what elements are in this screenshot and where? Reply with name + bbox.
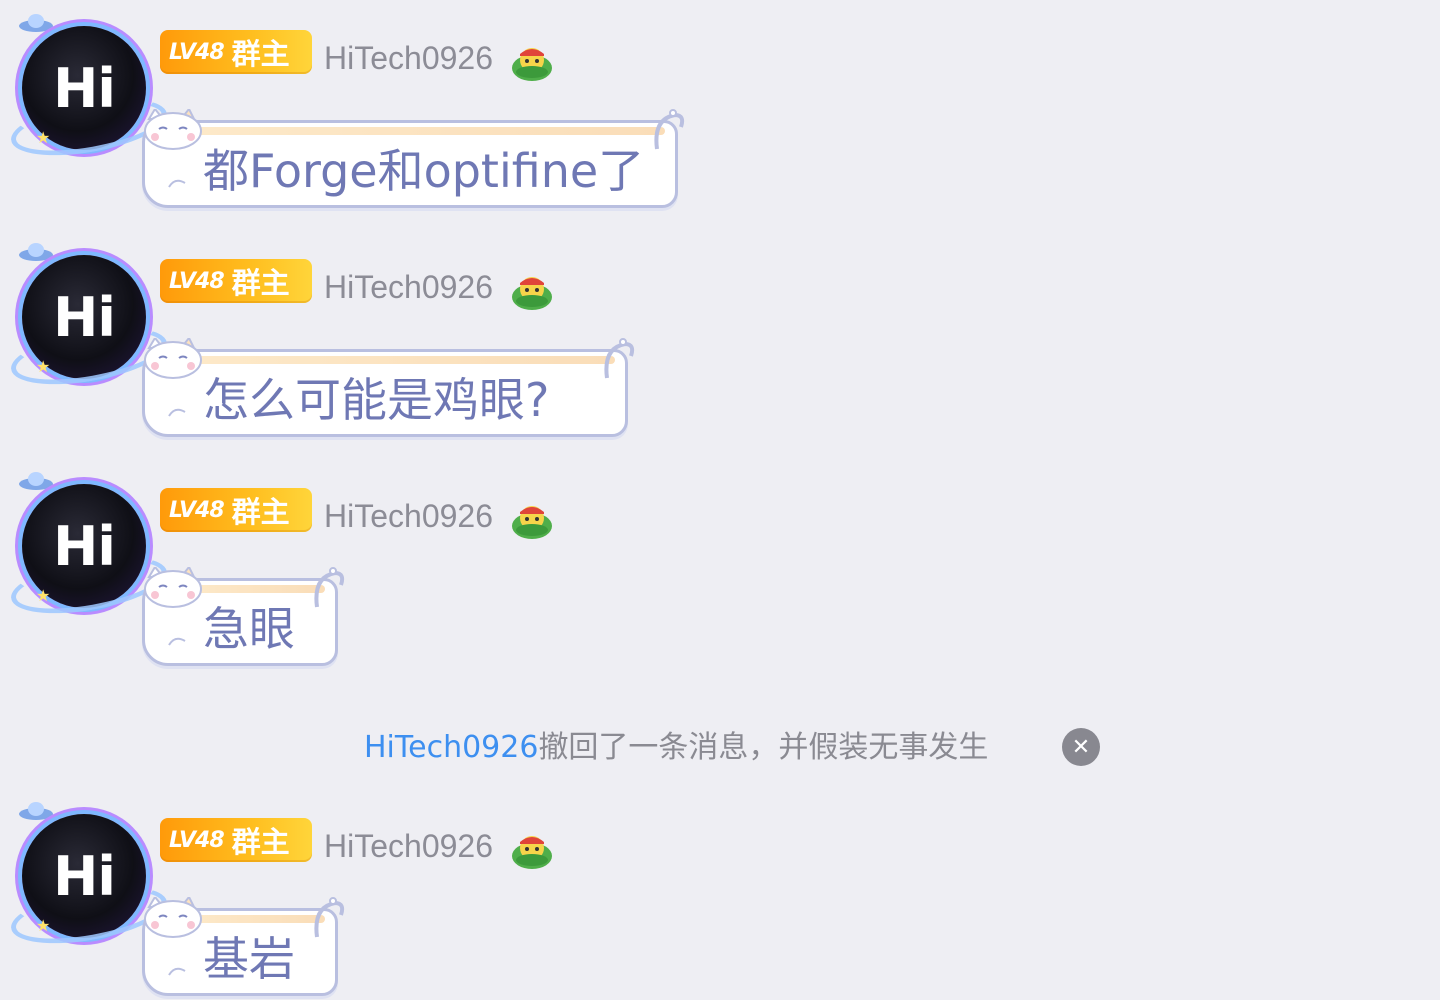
chat-message: Hi ★ LV48 群主 HiTech0926 都Forge和optifine了 xyxy=(0,8,1440,208)
ufo-icon xyxy=(19,472,53,490)
message-text: 怎么可能是鸡眼? xyxy=(203,373,550,427)
role-label: 群主 xyxy=(231,825,290,859)
message-bubble[interactable]: 基岩 xyxy=(142,897,345,996)
cat-icon xyxy=(144,897,202,976)
role-label: 群主 xyxy=(231,266,290,300)
message-bubble[interactable]: 怎么可能是鸡眼? xyxy=(142,338,635,437)
green-frog-icon xyxy=(512,836,552,869)
chat-message: Hi ★ LV48 群主 HiTech0926 基岩 xyxy=(0,796,1440,996)
cat-icon xyxy=(144,338,202,417)
role-label: 群主 xyxy=(231,37,290,71)
recall-notice-text: HiTech0926撤回了一条消息，并假装无事发生 xyxy=(364,728,988,768)
chat-message: Hi ★ LV48 群主 HiTech0926 急眼 xyxy=(0,466,1440,666)
green-frog-icon xyxy=(512,277,552,310)
level-badge: LV48 群主 xyxy=(160,259,312,303)
ufo-icon xyxy=(19,243,53,261)
sender-nickname[interactable]: HiTech0926 xyxy=(324,40,493,77)
message-text: 都Forge和optifine了 xyxy=(203,144,645,198)
chat-message: Hi ★ LV48 群主 HiTech0926 怎么可能是鸡眼? xyxy=(0,237,1440,437)
recall-notice-message: 撤回了一条消息，并假装无事发生 xyxy=(538,730,989,765)
bubble-stripe-decoration xyxy=(185,356,615,364)
level-badge: LV48 群主 xyxy=(160,818,312,862)
recall-notice-user[interactable]: HiTech0926 xyxy=(364,730,538,765)
green-frog-icon xyxy=(512,48,552,81)
level-badge: LV48 群主 xyxy=(160,30,312,74)
cat-tail-icon xyxy=(604,338,635,379)
avatar[interactable]: Hi ★ xyxy=(6,243,172,395)
level-label: LV48 xyxy=(169,497,225,523)
level-badge: LV48 群主 xyxy=(160,488,312,532)
sender-nickname[interactable]: HiTech0926 xyxy=(324,498,493,535)
level-label: LV48 xyxy=(169,39,225,65)
level-label: LV48 xyxy=(169,827,225,853)
message-text: 基岩 xyxy=(203,932,295,986)
ufo-icon xyxy=(19,802,53,820)
star-icon: ★ xyxy=(36,586,51,605)
cat-tail-icon xyxy=(654,109,685,150)
sender-nickname[interactable]: HiTech0926 xyxy=(324,269,493,306)
close-icon[interactable]: ✕ xyxy=(1062,728,1100,766)
avatar[interactable]: Hi ★ xyxy=(6,472,172,624)
star-icon: ★ xyxy=(36,357,51,376)
star-icon: ★ xyxy=(36,916,51,935)
green-frog-icon xyxy=(512,506,552,539)
cat-icon xyxy=(144,567,202,646)
message-bubble[interactable]: 都Forge和optifine了 xyxy=(142,109,685,208)
recall-notice: HiTech0926撤回了一条消息，并假装无事发生 ✕ xyxy=(0,724,1440,774)
avatar[interactable]: Hi ★ xyxy=(6,802,172,954)
message-bubble[interactable]: 急眼 xyxy=(142,567,345,666)
level-label: LV48 xyxy=(169,268,225,294)
cat-tail-icon xyxy=(314,567,345,608)
avatar[interactable]: Hi ★ xyxy=(6,14,172,166)
star-icon: ★ xyxy=(36,128,51,147)
cat-icon xyxy=(144,109,202,188)
bubble-stripe-decoration xyxy=(185,127,665,135)
sender-nickname[interactable]: HiTech0926 xyxy=(324,828,493,865)
message-text: 急眼 xyxy=(203,602,295,656)
cat-tail-icon xyxy=(314,897,345,938)
ufo-icon xyxy=(19,14,53,32)
role-label: 群主 xyxy=(231,495,290,529)
